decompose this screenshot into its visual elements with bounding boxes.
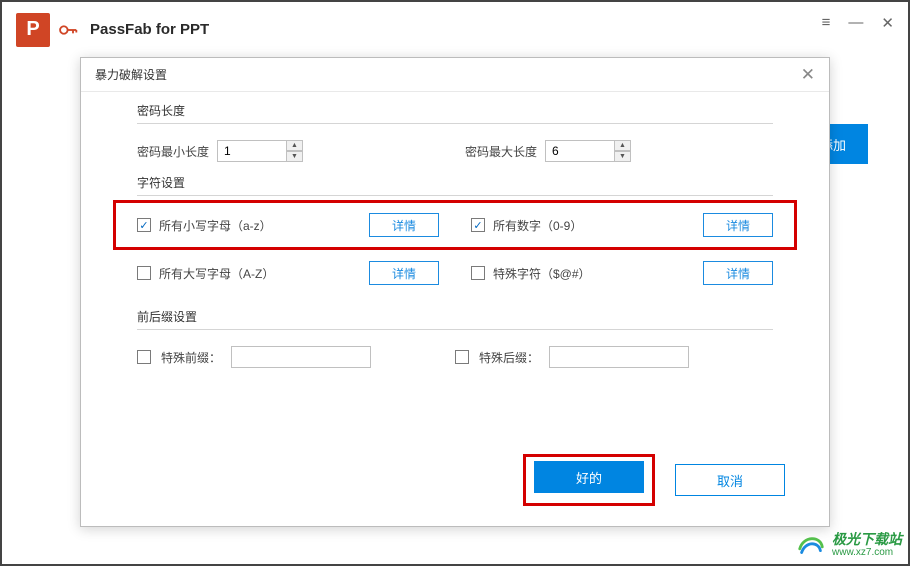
uppercase-detail-button[interactable]: 详情 (369, 261, 439, 285)
uppercase-label: 所有大写字母（A-Z） (159, 265, 274, 282)
dialog-title: 暴力破解设置 (95, 66, 167, 83)
menu-icon[interactable]: ≡ (822, 14, 831, 32)
prefix-checkbox[interactable] (137, 350, 151, 364)
prefix-label: 特殊前缀： (161, 349, 221, 366)
min-length-up[interactable]: ▲ (287, 140, 303, 151)
special-checkbox[interactable] (471, 266, 485, 280)
settings-dialog: 暴力破解设置 ✕ 密码长度 密码最小长度 ▲▼ 密码最大长度 (80, 57, 830, 527)
digits-label: 所有数字（0-9） (493, 217, 582, 234)
suffix-input[interactable] (549, 346, 689, 368)
digits-detail-button[interactable]: 详情 (703, 213, 773, 237)
minimize-icon[interactable]: — (848, 14, 863, 32)
max-length-input[interactable] (545, 140, 615, 162)
title-bar: P PassFab for PPT ≡ — ✕ (2, 2, 908, 57)
watermark-text-cn: 极光下载站 (832, 532, 902, 547)
special-label: 特殊字符（$@#） (493, 265, 591, 282)
watermark: 极光下载站 www.xz7.com (796, 530, 902, 560)
watermark-text-url: www.xz7.com (832, 547, 902, 558)
ok-button[interactable]: 好的 (534, 461, 644, 493)
max-length-down[interactable]: ▼ (615, 151, 631, 162)
lowercase-detail-button[interactable]: 详情 (369, 213, 439, 237)
close-icon[interactable]: ✕ (881, 14, 894, 32)
watermark-icon (796, 530, 826, 560)
special-detail-button[interactable]: 详情 (703, 261, 773, 285)
min-length-input[interactable] (217, 140, 287, 162)
affix-section-label: 前后缀设置 (137, 308, 773, 325)
cancel-button[interactable]: 取消 (675, 464, 785, 496)
suffix-label: 特殊后缀： (479, 349, 539, 366)
max-length-up[interactable]: ▲ (615, 140, 631, 151)
lowercase-label: 所有小写字母（a-z） (159, 217, 272, 234)
app-title: PassFab for PPT (90, 21, 209, 38)
min-length-label: 密码最小长度 (137, 143, 209, 160)
length-section-label: 密码长度 (137, 102, 773, 119)
chars-section-label: 字符设置 (137, 174, 773, 191)
uppercase-checkbox[interactable] (137, 266, 151, 280)
min-length-down[interactable]: ▼ (287, 151, 303, 162)
app-logo-icon: P (16, 13, 50, 47)
key-icon (58, 20, 78, 40)
digits-checkbox[interactable]: ✓ (471, 218, 485, 232)
lowercase-checkbox[interactable]: ✓ (137, 218, 151, 232)
max-length-label: 密码最大长度 (465, 143, 537, 160)
prefix-input[interactable] (231, 346, 371, 368)
suffix-checkbox[interactable] (455, 350, 469, 364)
highlight-box-ok: 好的 (523, 454, 655, 506)
dialog-close-icon[interactable]: ✕ (801, 65, 815, 85)
